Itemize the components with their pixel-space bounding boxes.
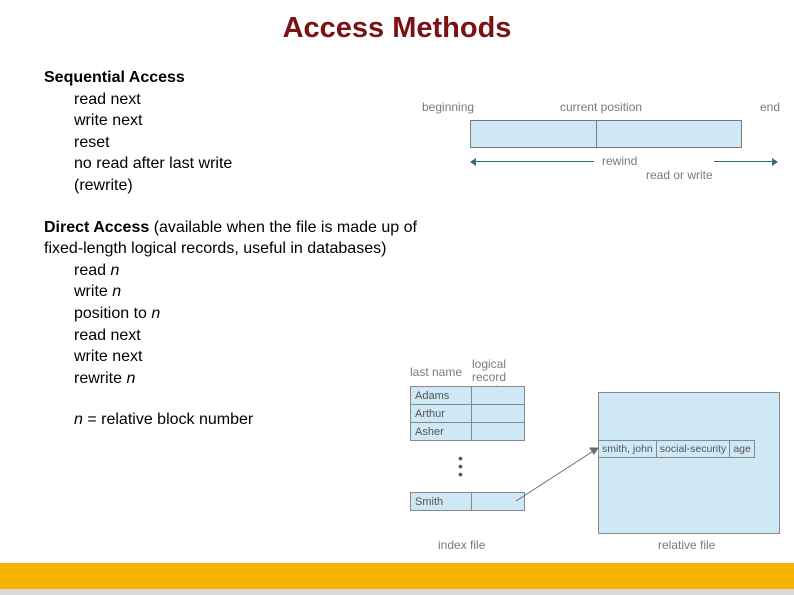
footer-edge [0,589,794,595]
readwrite-arrow-icon [714,161,772,162]
seq-op: write next [74,110,424,132]
direct-op: rewrite n [74,368,424,390]
slide-body: Sequential Access read next write next r… [44,67,424,431]
label-current-position: current position [560,100,642,114]
label-end: end [760,100,780,114]
direct-op: read n [74,260,424,282]
sequential-heading: Sequential Access [44,67,424,89]
label-relative-file: relative file [658,538,715,552]
direct-op: write n [74,281,424,303]
figure-sequential-access: beginning current position end rewind re… [414,106,782,186]
seq-op: reset [74,132,424,154]
label-index-file: index file [438,538,485,552]
direct-op: write next [74,346,424,368]
seq-op: no read after last write [74,153,424,175]
direct-op: position to n [74,303,424,325]
figure-direct-access: last name logical record number Adams Ar… [408,362,788,582]
pointer-line-icon [408,362,788,562]
direct-heading: Direct Access [44,219,149,236]
rewind-arrow-icon [476,161,594,162]
label-read-write: read or write [646,168,713,182]
footer-bar [0,563,794,589]
direct-op: read next [74,325,424,347]
seq-op: (rewrite) [74,175,424,197]
seq-op: read next [74,89,424,111]
tape-rect [470,120,742,148]
direct-heading-line: Direct Access (available when the file i… [44,217,424,260]
label-rewind: rewind [602,154,637,168]
current-position-marker [596,120,597,147]
label-beginning: beginning [422,100,474,114]
direct-footnote: n = relative block number [74,409,424,431]
page-title: Access Methods [0,12,794,45]
